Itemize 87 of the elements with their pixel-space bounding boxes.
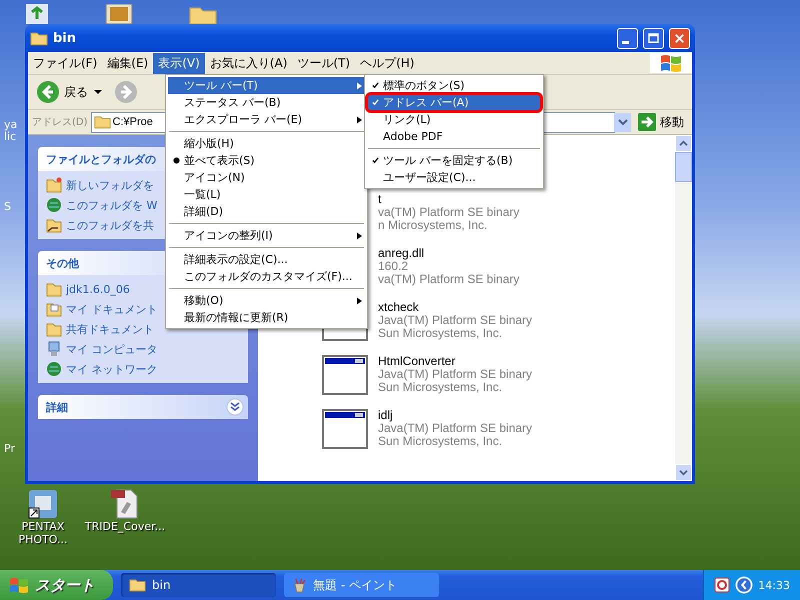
menu-bar-item[interactable]: お気に入り(A) <box>204 52 292 74</box>
menu-item[interactable]: 最新の情報に更新(R) <box>168 309 365 326</box>
computer-icon[interactable] <box>46 341 62 357</box>
desktop-icon-label[interactable]: PENTAX PHOTO... <box>8 520 78 546</box>
taskbar-button[interactable]: 無題 - ペイント <box>284 573 439 597</box>
menu-item[interactable]: リンク(L) <box>367 111 541 128</box>
task-section-header[interactable]: 詳細 <box>38 395 248 419</box>
maximize-button[interactable] <box>643 28 664 48</box>
file-name[interactable]: idlj <box>378 409 532 422</box>
menu-item[interactable]: エクスプローラ バー(E) <box>168 111 365 128</box>
task-link[interactable]: jdk1.6.0_06 <box>66 282 130 296</box>
task-link[interactable]: マイ ネットワーク <box>66 362 158 376</box>
dropdown-caret-icon[interactable] <box>94 88 102 96</box>
windows-logo-icon <box>8 576 30 594</box>
menu-item[interactable]: 移動(O) <box>168 292 365 309</box>
desktop-icon-label[interactable]: TRIDE_Cover... <box>84 520 166 533</box>
expand-chevron-icon[interactable] <box>226 398 244 416</box>
menu-item[interactable]: ユーザー設定(C)... <box>367 169 541 186</box>
expand-tray-icon[interactable] <box>735 576 754 594</box>
file-detail: Java(TM) Platform SE binary <box>378 314 532 327</box>
go-arrow-icon <box>638 113 656 131</box>
file-name[interactable]: xtcheck <box>378 301 532 314</box>
documents-folder-icon[interactable] <box>46 301 62 317</box>
menu-item[interactable]: 詳細(D) <box>168 203 365 220</box>
minimize-icon <box>622 40 629 44</box>
menu-item[interactable]: 一覧(L) <box>168 186 365 203</box>
desktop-icon-label: ya <box>4 118 18 131</box>
folder-icon <box>30 30 48 46</box>
dropdown-button[interactable] <box>614 112 631 132</box>
task-link[interactable]: 共有ドキュメント <box>66 322 154 336</box>
tray-app-icon[interactable] <box>714 577 730 593</box>
task-link[interactable]: このフォルダを共 <box>66 218 154 232</box>
menu-item[interactable]: アドレス バー(A) <box>367 94 541 111</box>
task-link[interactable]: 新しいフォルダを <box>66 178 154 192</box>
task-link[interactable]: このフォルダを W <box>66 198 158 212</box>
new-folder-icon[interactable] <box>46 177 62 193</box>
file-detail: 160.2 <box>378 260 408 273</box>
paint-bucket-icon <box>292 578 307 592</box>
file-detail: va(TM) Platform SE binary <box>378 206 520 219</box>
address-label: アドレス(D) <box>32 116 88 129</box>
task-link[interactable]: マイ コンピュータ <box>66 342 158 356</box>
menu-bar-item[interactable]: ヘルプ(H) <box>355 52 420 74</box>
shared-folder-icon[interactable] <box>46 217 62 233</box>
menu-item[interactable]: アイコン(N) <box>168 169 365 186</box>
desktop-icon-label: Pr <box>4 442 15 455</box>
menu-item[interactable]: ステータス バー(B) <box>168 94 365 111</box>
folder-icon <box>94 115 111 129</box>
close-button[interactable] <box>669 28 690 48</box>
menu-item[interactable]: ツール バーを固定する(B) <box>367 152 541 169</box>
scroll-down-icon[interactable] <box>679 469 688 476</box>
desktop-icon-label: lic <box>4 130 16 143</box>
maximize-icon <box>646 30 661 46</box>
menu-bar-item[interactable]: ツール(T) <box>292 52 356 74</box>
minimize-button[interactable] <box>617 28 638 48</box>
task-link[interactable]: マイ ドキュメント <box>66 302 158 316</box>
clock: 14:33 <box>758 578 790 592</box>
file-detail: Java(TM) Platform SE binary <box>378 422 532 435</box>
file-detail: Java(TM) Platform SE binary <box>378 368 532 381</box>
chevron-down-icon <box>618 118 628 126</box>
taskbar-button[interactable]: bin <box>121 573 276 597</box>
file-name[interactable]: t <box>378 193 520 206</box>
menu-bar-item[interactable]: 表示(V) <box>153 52 205 74</box>
folder-icon <box>129 578 146 592</box>
windows-logo-icon <box>650 53 692 73</box>
scroll-up-icon[interactable] <box>679 140 688 147</box>
scrollbar-thumb[interactable] <box>675 152 692 182</box>
menu-item[interactable]: アイコンの整列(I) <box>168 227 365 244</box>
file-detail: Sun Microsystems, Inc. <box>378 435 502 448</box>
menu-bar-item[interactable]: ファイル(F) <box>28 52 102 74</box>
file-name[interactable]: HtmlConverter <box>378 355 532 368</box>
file-detail: va(TM) Platform SE binary <box>378 273 520 286</box>
file-detail: n Microsystems, Inc. <box>378 219 488 232</box>
desktop-icon-label: S <box>4 200 11 213</box>
picture-icon[interactable] <box>104 4 134 24</box>
app-window-icon[interactable] <box>322 355 368 395</box>
menu-bar-item[interactable]: 編集(E) <box>102 52 154 74</box>
back-button[interactable]: 戻る <box>34 78 90 106</box>
file-name[interactable]: anreg.dll <box>378 247 520 260</box>
menu-item[interactable]: Adobe PDF <box>367 128 541 145</box>
menu-item[interactable]: 標準のボタン(S) <box>367 77 541 94</box>
app-window-icon[interactable] <box>322 409 368 449</box>
window-title: bin <box>53 30 78 46</box>
file-detail: Sun Microsystems, Inc. <box>378 381 502 394</box>
scrollbar[interactable] <box>675 135 692 481</box>
go-button[interactable]: 移動 <box>634 113 688 131</box>
file-detail: Sun Microsystems, Inc. <box>378 327 502 340</box>
menu-item[interactable]: ツール バー(T) <box>168 77 365 94</box>
